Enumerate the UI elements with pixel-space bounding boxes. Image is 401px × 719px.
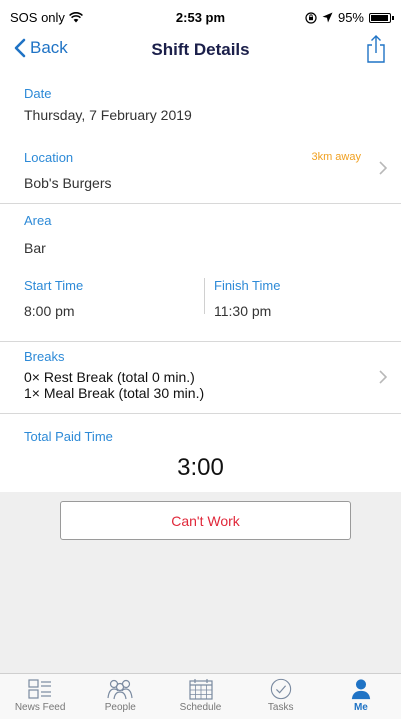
area-label: Area xyxy=(24,213,52,228)
time-divider xyxy=(204,278,205,314)
date-label: Date xyxy=(24,86,52,101)
location-arrow-icon xyxy=(322,12,333,23)
battery-percent: 95% xyxy=(337,10,364,25)
tab-bar: News Feed People Schedule Tasks Me xyxy=(0,673,401,719)
location-row[interactable]: Location 3km away Bob's Burgers xyxy=(0,132,401,204)
date-section: Date Thursday, 7 February 2019 xyxy=(0,70,401,132)
shift-details-panel: Date Thursday, 7 February 2019 Location … xyxy=(0,70,401,492)
tab-schedule[interactable]: Schedule xyxy=(160,674,240,719)
times-section: Start Time 8:00 pm Finish Time 11:30 pm xyxy=(0,268,401,342)
start-time-column: Start Time 8:00 pm xyxy=(24,278,83,319)
location-value: Bob's Burgers xyxy=(24,175,112,191)
location-label: Location xyxy=(24,150,74,165)
battery-fill xyxy=(371,14,389,21)
tab-tasks[interactable]: Tasks xyxy=(241,674,321,719)
tab-me[interactable]: Me xyxy=(321,674,401,719)
start-time-label: Start Time xyxy=(24,278,84,293)
tab-label: News Feed xyxy=(14,702,66,713)
news-feed-icon xyxy=(28,679,52,699)
finish-time-column: Finish Time 11:30 pm xyxy=(214,278,280,319)
person-icon xyxy=(351,679,371,700)
cant-work-button[interactable]: Can't Work xyxy=(60,501,351,540)
chevron-right-icon xyxy=(379,161,387,175)
breaks-row[interactable]: Breaks 0× Rest Break (total 0 min.) 1× M… xyxy=(0,342,401,414)
tab-news-feed[interactable]: News Feed xyxy=(0,674,80,719)
page-title: Shift Details xyxy=(151,40,250,59)
share-button[interactable] xyxy=(365,34,387,69)
start-time-value: 8:00 pm xyxy=(24,303,75,319)
tab-label: People xyxy=(104,702,136,713)
date-value: Thursday, 7 February 2019 xyxy=(24,107,192,123)
orientation-lock-icon xyxy=(305,11,317,24)
location-distance: 3km away xyxy=(311,151,361,163)
breaks-label: Breaks xyxy=(24,349,65,364)
tab-label: Me xyxy=(353,702,368,713)
tab-label: Schedule xyxy=(179,702,222,713)
total-paid-value: 3:00 xyxy=(177,454,224,481)
total-paid-section: Total Paid Time 3:00 xyxy=(0,414,401,492)
total-paid-label: Total Paid Time xyxy=(24,429,113,444)
chevron-right-icon xyxy=(379,370,387,384)
navigation-bar: Back Shift Details xyxy=(0,34,401,70)
finish-time-value: 11:30 pm xyxy=(214,303,272,319)
tab-label: Tasks xyxy=(267,702,294,713)
meal-break-line: 1× Meal Break (total 30 min.) xyxy=(24,385,205,401)
area-value: Bar xyxy=(24,240,46,256)
battery-icon xyxy=(369,12,394,23)
finish-time-label: Finish Time xyxy=(214,278,281,293)
breaks-list: 0× Rest Break (total 0 min.) 1× Meal Bre… xyxy=(24,369,204,401)
rest-break-line: 0× Rest Break (total 0 min.) xyxy=(24,369,195,385)
people-icon xyxy=(107,679,133,700)
calendar-icon xyxy=(188,679,213,700)
area-section: Area Bar xyxy=(0,204,401,268)
tab-people[interactable]: People xyxy=(80,674,160,719)
share-icon xyxy=(367,35,385,63)
checkmark-circle-icon xyxy=(270,678,291,700)
status-bar: SOS only 2:53 pm 95% xyxy=(0,0,401,34)
